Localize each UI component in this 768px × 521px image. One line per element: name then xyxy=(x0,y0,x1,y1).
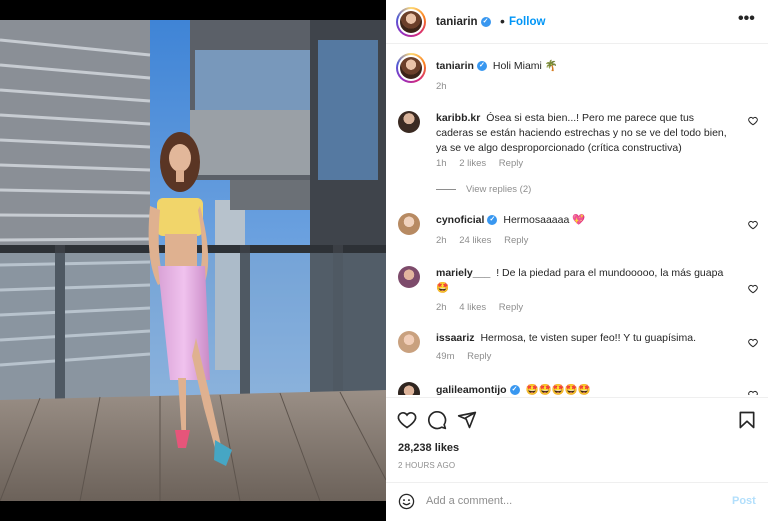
comment-text: Hermosa, te visten super feo!! Y tu guap… xyxy=(480,332,697,344)
heart-icon[interactable] xyxy=(748,390,758,395)
post-comment-button[interactable]: Post xyxy=(732,495,756,507)
bookmark-icon[interactable] xyxy=(737,410,757,430)
commenter-username[interactable]: galileamontijo ✓ xyxy=(436,384,520,395)
comment-time: 2h xyxy=(436,235,447,246)
commenter-avatar[interactable] xyxy=(398,111,420,133)
commenter-username[interactable]: karibb.kr xyxy=(436,112,480,124)
comment-item: karibb.kr Ósea si esta bien...! Pero me … xyxy=(386,109,768,179)
commenter-avatar[interactable] xyxy=(398,331,420,353)
caption: taniarin ✓ Holi Miami 🌴 2h xyxy=(386,53,768,93)
comment-icon[interactable] xyxy=(427,410,447,430)
post-photo-image xyxy=(0,20,386,501)
commenter-avatar[interactable] xyxy=(398,213,420,235)
commenter-username[interactable]: cynoficial ✓ xyxy=(436,214,498,226)
heart-icon[interactable] xyxy=(748,116,758,126)
caption-time: 2h xyxy=(436,81,447,92)
verified-badge-icon: ✓ xyxy=(480,16,491,27)
commenter-avatar[interactable] xyxy=(398,382,420,395)
likes-count[interactable]: 28,238 likes xyxy=(398,442,459,454)
reply-button[interactable]: Reply xyxy=(467,351,491,362)
post-actions: 28,238 likes 2 HOURS AGO Post xyxy=(386,397,768,519)
post-timestamp: 2 HOURS AGO xyxy=(398,461,456,470)
comment-item: issaariz Hermosa, te visten super feo!! … xyxy=(386,331,768,371)
post-header: taniarin ✓ • Follow ••• xyxy=(386,0,768,44)
comment-time: 1h xyxy=(436,158,447,169)
add-comment-bar: Post xyxy=(386,482,768,519)
verified-badge-icon: ✓ xyxy=(487,215,498,226)
comment-likes[interactable]: 4 likes xyxy=(459,302,486,313)
reply-button[interactable]: Reply xyxy=(499,302,523,313)
heart-icon[interactable] xyxy=(748,220,758,230)
comments-list[interactable]: taniarin ✓ Holi Miami 🌴 2h karibb.kr Ósea… xyxy=(386,45,768,395)
comment-item: mariely___ ! De la piedad para el mundoo… xyxy=(386,266,768,316)
reply-button[interactable]: Reply xyxy=(504,235,528,246)
commenter-avatar[interactable] xyxy=(398,266,420,288)
comment-item: cynoficial ✓ Hermosaaaaa 💖 2h 24 likes Re… xyxy=(386,213,768,253)
commenter-username[interactable]: mariely___ xyxy=(436,267,490,279)
post-photo[interactable] xyxy=(0,20,386,501)
share-icon[interactable] xyxy=(457,410,477,430)
caption-username[interactable]: taniarin ✓ xyxy=(436,60,487,72)
author-username[interactable]: taniarin ✓ xyxy=(436,16,491,28)
author-avatar[interactable] xyxy=(396,7,426,37)
comment-text: Hermosaaaaa 💖 xyxy=(503,214,586,226)
comment-input[interactable] xyxy=(426,492,706,510)
separator-dot: • xyxy=(500,13,505,29)
instagram-post-modal: taniarin ✓ • Follow ••• taniarin ✓ Holi Mi… xyxy=(0,0,768,521)
verified-badge-icon: ✓ xyxy=(476,61,487,72)
heart-icon[interactable] xyxy=(748,338,758,348)
more-options-icon[interactable]: ••• xyxy=(738,10,755,28)
commenter-username[interactable]: issaariz xyxy=(436,332,475,344)
emoji-icon[interactable] xyxy=(398,493,415,510)
verified-badge-icon: ✓ xyxy=(509,385,520,395)
heart-icon[interactable] xyxy=(397,410,417,430)
comment-likes[interactable]: 2 likes xyxy=(459,158,486,169)
comment-item: galileamontijo ✓ 🤩🤩🤩🤩🤩 xyxy=(386,382,768,395)
comment-text: 🤩🤩🤩🤩🤩 xyxy=(525,384,591,395)
follow-button[interactable]: Follow xyxy=(509,16,545,28)
caption-avatar[interactable] xyxy=(396,53,426,83)
comment-time: 2h xyxy=(436,302,447,313)
view-replies-button[interactable]: View replies (2) xyxy=(436,184,531,195)
post-side-panel: taniarin ✓ • Follow ••• taniarin ✓ Holi Mi… xyxy=(386,0,768,521)
comment-time: 49m xyxy=(436,351,455,362)
caption-text: Holi Miami 🌴 xyxy=(492,60,558,72)
comment-likes[interactable]: 24 likes xyxy=(459,235,491,246)
heart-icon[interactable] xyxy=(748,284,758,294)
replies-divider xyxy=(436,188,456,190)
reply-button[interactable]: Reply xyxy=(499,158,523,169)
